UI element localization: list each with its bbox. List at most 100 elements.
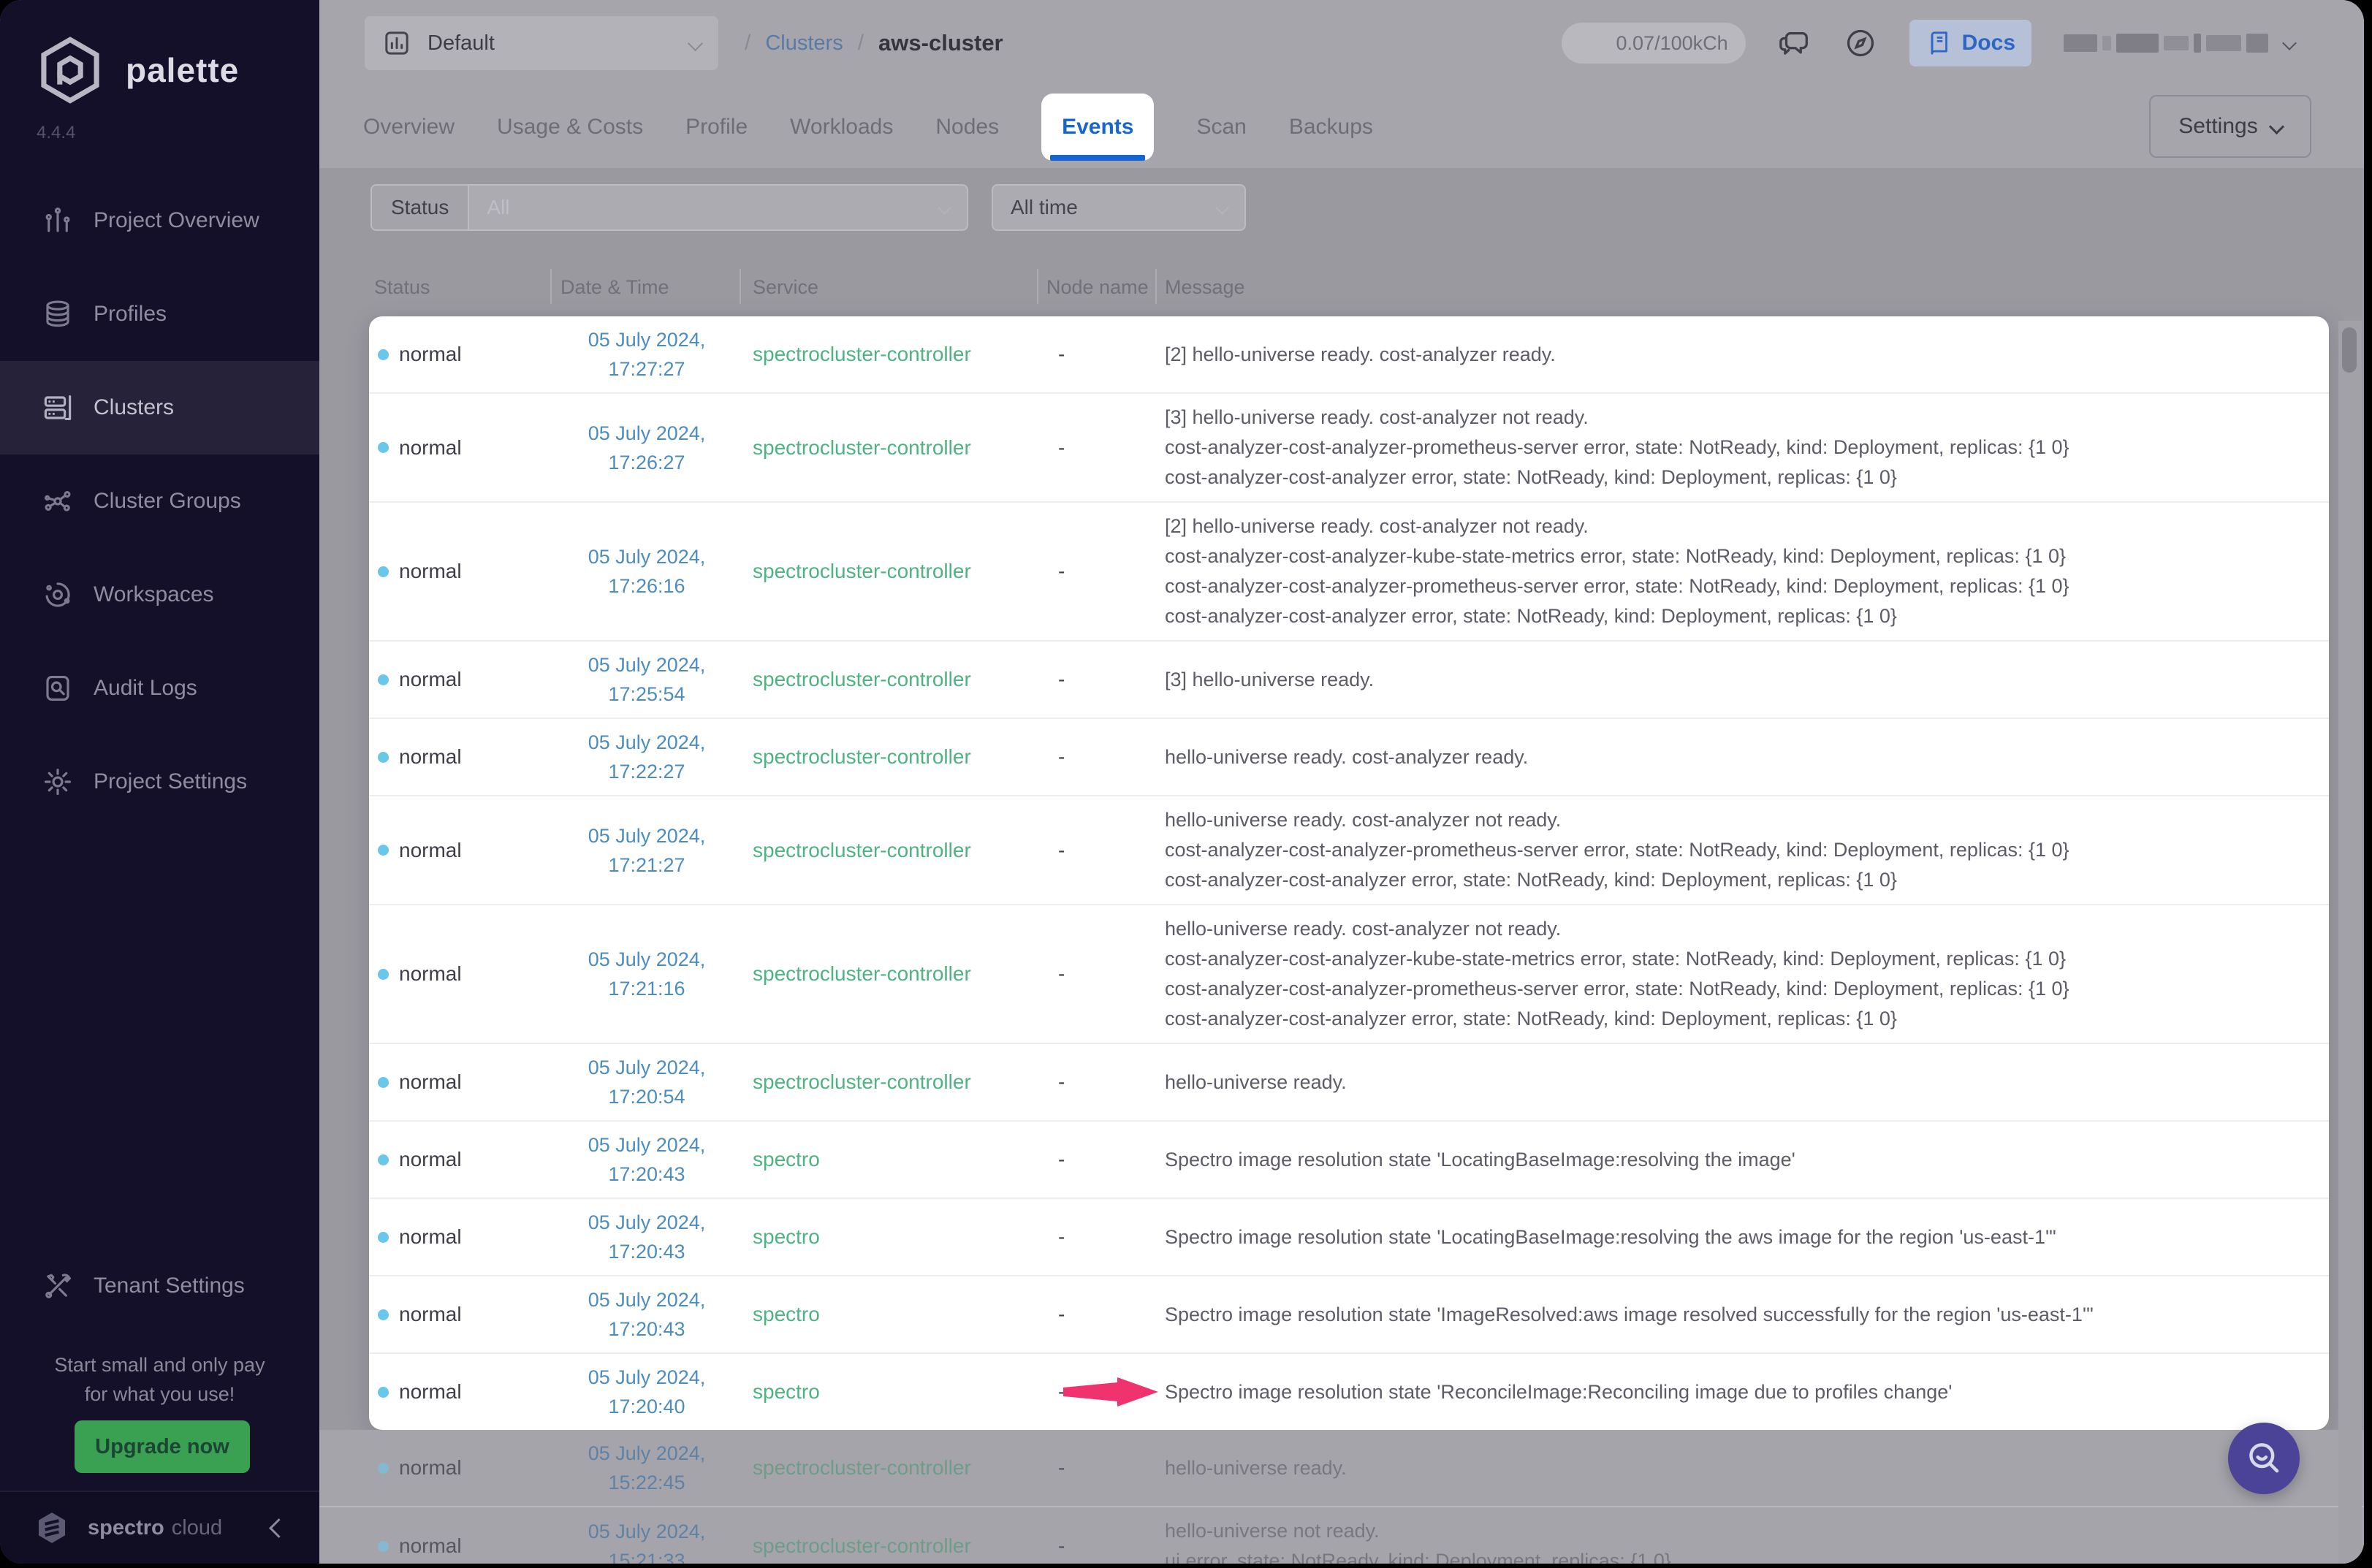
date-text: 05 July 2024,	[559, 542, 734, 571]
status-cell: normal	[369, 560, 559, 583]
message-cell: Spectro image resolution state 'ImageRes…	[1165, 1300, 2329, 1330]
date-text: 05 July 2024,	[559, 1285, 734, 1314]
message-cell: hello-universe ready. cost-analyzer read…	[1165, 742, 2329, 772]
table-row: normal 05 July 2024, 17:20:40 spectro - …	[369, 1352, 2329, 1430]
status-dot-icon	[378, 1387, 389, 1398]
status-label: normal	[399, 560, 462, 583]
time-text: 17:21:27	[559, 850, 734, 880]
palette-logo: palette	[34, 31, 239, 110]
screenshot-frame: palette 4.4.4 Project Overview Profiles …	[0, 0, 2372, 1568]
tab-nodes[interactable]: Nodes	[935, 115, 999, 140]
datetime-cell: 05 July 2024, 17:21:27	[559, 821, 734, 880]
sidebar-item-project-overview[interactable]: Project Overview	[0, 174, 319, 267]
sidebar-item-label: Profiles	[94, 302, 167, 327]
node-name-cell: -	[1058, 1534, 1165, 1558]
status-dot-icon	[378, 969, 389, 980]
time-text: 17:20:40	[559, 1392, 734, 1421]
tab-profile[interactable]: Profile	[685, 115, 748, 140]
user-menu[interactable]	[2064, 34, 2295, 53]
project-selector[interactable]: Default	[365, 16, 718, 70]
upgrade-now-button[interactable]: Upgrade now	[75, 1420, 250, 1473]
sidebar-item-profiles[interactable]: Profiles	[0, 267, 319, 361]
server-icon	[42, 392, 73, 423]
sidebar-item-project-settings[interactable]: Project Settings	[0, 735, 319, 829]
sidebar-item-audit-logs[interactable]: Audit Logs	[0, 642, 319, 735]
sidebar-item-label: Clusters	[94, 395, 174, 420]
sidebar-item-cluster-groups[interactable]: Cluster Groups	[0, 454, 319, 548]
date-text: 05 July 2024,	[559, 728, 734, 757]
sidebar-item-tenant-settings[interactable]: Tenant Settings	[0, 1241, 319, 1331]
tab-events[interactable]: Events	[1041, 94, 1154, 161]
help-search-button[interactable]	[2228, 1423, 2300, 1494]
compass-icon[interactable]	[1844, 26, 1877, 60]
tenant-settings-label: Tenant Settings	[94, 1274, 245, 1298]
gear-icon	[42, 766, 73, 797]
tab-scan[interactable]: Scan	[1196, 115, 1246, 140]
header-divider	[1037, 269, 1038, 304]
table-row: normal 05 July 2024, 17:26:16 spectroclu…	[369, 501, 2329, 640]
scrollbar-thumb[interactable]	[2342, 327, 2357, 373]
message-cell: Spectro image resolution state 'Reconcil…	[1165, 1377, 2329, 1407]
status-dot-icon	[378, 752, 389, 763]
node-name-cell: -	[1058, 1303, 1165, 1326]
sidebar-item-clusters[interactable]: Clusters	[0, 361, 319, 454]
column-header-datetime: Date & Time	[560, 276, 669, 299]
settings-button[interactable]: Settings	[2149, 95, 2311, 158]
table-row: normal 05 July 2024, 17:25:54 spectroclu…	[369, 640, 2329, 718]
tab-workloads[interactable]: Workloads	[790, 115, 893, 140]
network-icon	[42, 486, 73, 517]
date-text: 05 July 2024,	[559, 945, 734, 974]
date-text: 05 July 2024,	[559, 325, 734, 354]
palette-app-window: palette 4.4.4 Project Overview Profiles …	[0, 0, 2364, 1564]
service-cell: spectrocluster-controller	[734, 962, 1058, 986]
status-label: normal	[399, 839, 462, 862]
scrollbar-track[interactable]	[2338, 321, 2362, 1564]
upgrade-promo: Start small and only pay for what you us…	[0, 1350, 319, 1409]
status-filter[interactable]: Status All	[370, 184, 968, 231]
tab-backups[interactable]: Backups	[1289, 115, 1373, 140]
message-cell: Spectro image resolution state 'Locating…	[1165, 1145, 2329, 1175]
datetime-cell: 05 July 2024, 17:20:54	[559, 1053, 734, 1111]
tools-icon	[42, 1271, 73, 1301]
datetime-cell: 05 July 2024, 15:21:33	[559, 1517, 734, 1564]
column-header-message: Message	[1165, 276, 1245, 299]
chat-icon[interactable]	[1778, 26, 1812, 60]
status-label: normal	[399, 962, 462, 986]
message-line: [2] hello-universe ready. cost-analyzer …	[1165, 511, 2288, 541]
message-line: cost-analyzer-cost-analyzer error, state…	[1165, 865, 2288, 895]
tab-overview[interactable]: Overview	[363, 115, 455, 140]
project-selector-value: Default	[427, 31, 495, 56]
service-cell: spectro	[734, 1380, 1058, 1404]
message-line: hello-universe ready. cost-analyzer not …	[1165, 914, 2288, 944]
table-row: normal 05 July 2024, 17:20:43 spectro - …	[369, 1275, 2329, 1352]
message-line: ui error, state: NotReady, kind: Deploym…	[1165, 1546, 2323, 1564]
time-range-filter[interactable]: All time	[992, 184, 1246, 231]
sidebar-item-label: Project Settings	[94, 769, 247, 794]
sidebar-collapse-button[interactable]	[272, 1521, 286, 1535]
cluster-tabs: Overview Usage & Costs Profile Workloads Nod…	[363, 86, 1373, 168]
settings-label: Settings	[2178, 114, 2257, 139]
docs-button[interactable]: Docs	[1909, 20, 2031, 66]
tab-usage-costs[interactable]: Usage & Costs	[497, 115, 643, 140]
status-dot-icon	[378, 566, 389, 577]
datetime-cell: 05 July 2024, 17:25:54	[559, 650, 734, 709]
message-line: [3] hello-universe ready.	[1165, 665, 2288, 695]
time-text: 15:22:45	[559, 1468, 734, 1497]
service-cell: spectrocluster-controller	[734, 1534, 1058, 1558]
datetime-cell: 05 July 2024, 17:26:16	[559, 542, 734, 601]
column-header-nodename: Node name	[1046, 276, 1149, 299]
node-name-cell: -	[1058, 343, 1165, 366]
table-header: Status Date & Time Service Node name Mes…	[319, 256, 2364, 317]
status-cell: normal	[369, 343, 559, 366]
status-cell: normal	[369, 1456, 559, 1480]
status-dot-icon	[378, 1154, 389, 1165]
status-cell: normal	[369, 668, 559, 691]
audit-icon	[42, 673, 73, 704]
sidebar-item-workspaces[interactable]: Workspaces	[0, 548, 319, 642]
breadcrumb-link-clusters[interactable]: Clusters	[765, 31, 843, 56]
message-line: hello-universe ready. cost-analyzer not …	[1165, 805, 2288, 835]
status-cell: normal	[369, 436, 559, 460]
date-text: 05 July 2024,	[559, 1053, 734, 1082]
message-cell: [2] hello-universe ready. cost-analyzer …	[1165, 340, 2329, 370]
message-line: cost-analyzer-cost-analyzer-prometheus-s…	[1165, 433, 2288, 463]
